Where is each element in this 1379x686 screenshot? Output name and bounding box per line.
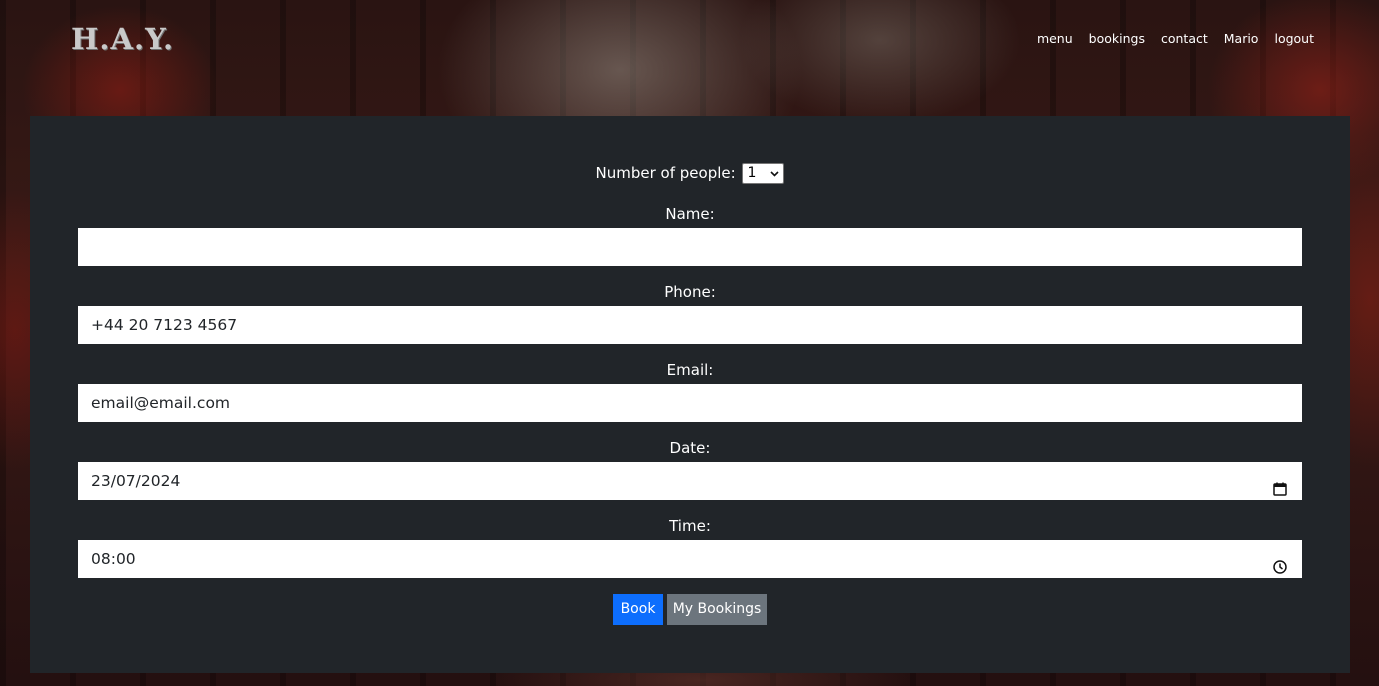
navbar: H.A.Y. menu bookings contact Mario logou… [0, 0, 1379, 80]
brand-logo[interactable]: H.A.Y. [71, 22, 174, 56]
booking-form: Number of people: 1 Name: Phone: +44 20 … [30, 116, 1350, 673]
email-input-value: email@email.com [91, 394, 231, 412]
nav-link-menu[interactable]: menu [1037, 31, 1073, 46]
book-button[interactable]: Book [613, 594, 663, 625]
time-input[interactable]: 08:00 [78, 540, 1302, 578]
nav-link-logout[interactable]: logout [1274, 31, 1314, 46]
email-input[interactable]: email@email.com [78, 384, 1302, 422]
nav-link-user[interactable]: Mario [1224, 31, 1259, 46]
nav-links: menu bookings contact Mario logout [1037, 31, 1314, 46]
chevron-down-icon [770, 164, 780, 183]
people-select-value: 1 [747, 165, 757, 181]
calendar-icon[interactable] [1272, 473, 1288, 496]
people-label: Number of people: [595, 164, 736, 182]
time-input-value: 08:00 [91, 550, 136, 568]
clock-icon[interactable] [1272, 551, 1288, 574]
date-input-value: 23/07/2024 [91, 472, 181, 490]
phone-input[interactable]: +44 20 7123 4567 [78, 306, 1302, 344]
phone-label: Phone: [664, 283, 716, 301]
people-row: Number of people: 1 [30, 163, 1350, 184]
nav-link-contact[interactable]: contact [1161, 31, 1208, 46]
name-input[interactable] [78, 228, 1302, 266]
date-input[interactable]: 23/07/2024 [78, 462, 1302, 500]
nav-link-bookings[interactable]: bookings [1089, 31, 1145, 46]
email-label: Email: [666, 361, 714, 379]
phone-input-value: +44 20 7123 4567 [91, 316, 238, 334]
my-bookings-button[interactable]: My Bookings [667, 594, 767, 625]
name-label: Name: [665, 205, 715, 223]
people-select[interactable]: 1 [742, 163, 785, 184]
time-label: Time: [669, 517, 711, 535]
date-label: Date: [669, 439, 711, 457]
